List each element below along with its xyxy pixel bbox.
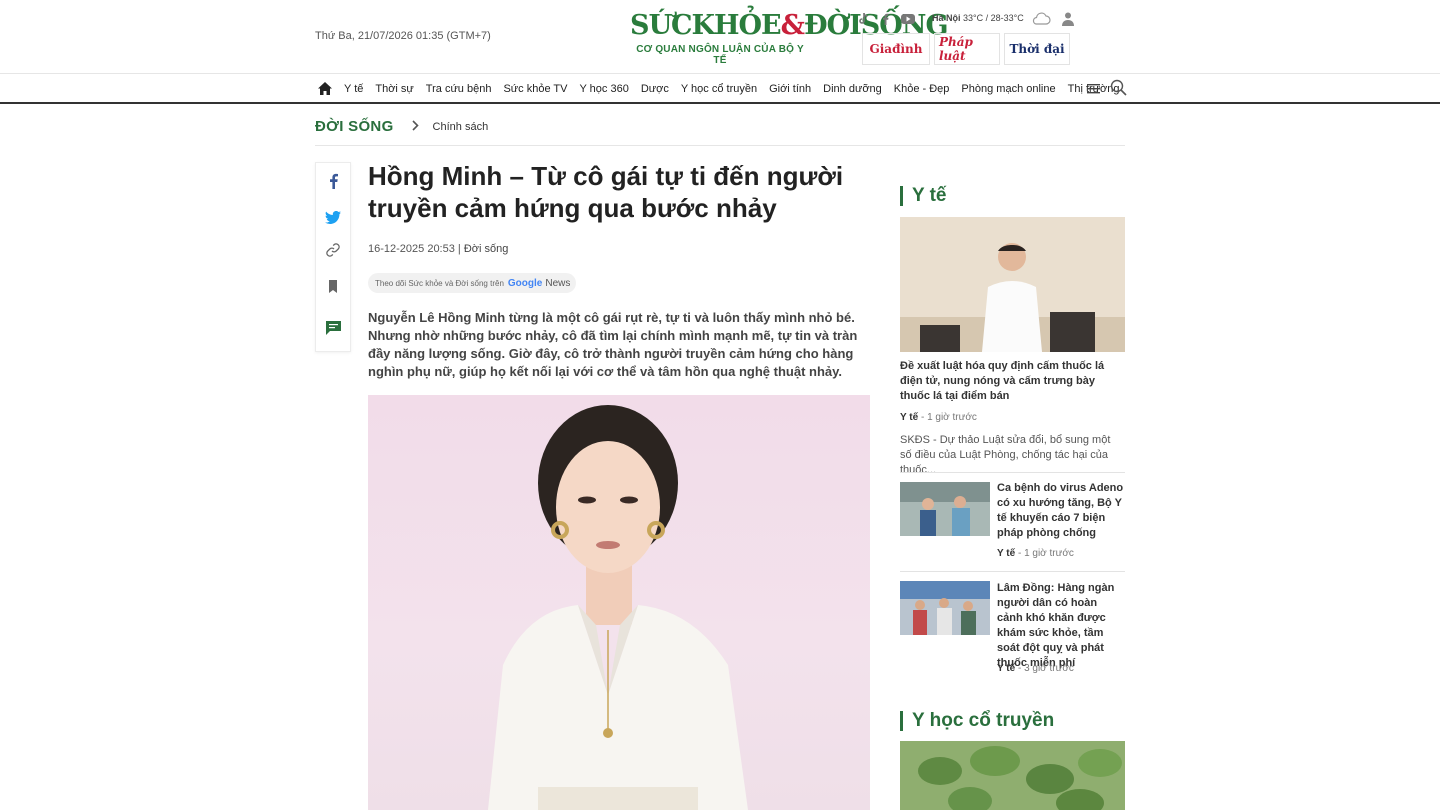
nav-item-suc-khoe-tv[interactable]: Sức khỏe TV [503, 83, 567, 95]
herbal-news-image[interactable] [900, 741, 1125, 810]
chevron-right-icon [411, 120, 419, 134]
article-sapo: Nguyễn Lê Hồng Minh từng là một cô gái r… [368, 310, 858, 379]
news-item-category[interactable]: Y tế [997, 548, 1015, 559]
divider [900, 472, 1125, 473]
tiktok-icon[interactable] [856, 12, 870, 26]
user-icon[interactable] [1062, 12, 1074, 31]
share-facebook-icon[interactable] [316, 171, 350, 191]
partner-giadinh[interactable]: Giađình [862, 33, 930, 65]
news-item-time: 1 giờ trước [1024, 548, 1074, 559]
speaker-photo-illustration [900, 217, 1125, 352]
partner-phapluat[interactable]: Pháp luật [934, 33, 1000, 65]
article-hero-image [368, 395, 870, 810]
nav-item-y-te[interactable]: Y tế [344, 83, 363, 95]
nav-item-thoi-su[interactable]: Thời sự [375, 83, 413, 95]
crowd-photo-illustration [900, 581, 990, 635]
featured-news-time: 1 giờ trước [927, 412, 977, 423]
article-datetime: 16-12-2025 20:53 [368, 243, 455, 255]
share-twitter-icon[interactable] [316, 207, 350, 227]
featured-news-meta: Y tế - 1 giờ trước [900, 412, 977, 423]
breadcrumb: ĐỜI SỐNG Chính sách [315, 118, 1125, 146]
weather-temp: 33°C / 28-33°C [963, 13, 1024, 23]
home-icon[interactable] [318, 81, 334, 97]
news-item-category[interactable]: Y tế [997, 663, 1015, 674]
news-item-title[interactable]: Ca bệnh do virus Adeno có xu hướng tăng,… [997, 481, 1125, 541]
main-nav: Y tế Thời sự Tra cứu bệnh Sức khỏe TV Y … [0, 73, 1440, 104]
mint-leaves-illustration [900, 741, 1125, 810]
copy-link-icon[interactable] [316, 240, 350, 260]
google-news-follow-button[interactable]: Theo dõi Sức khỏe và Đời sống trên Googl… [368, 273, 576, 293]
logo-wordmark: SỨCKHỎE&ĐỜISỐNG [630, 10, 949, 41]
clinic-photo-illustration [900, 482, 990, 536]
nav-item-khoe-dep[interactable]: Khỏe - Đẹp [894, 83, 950, 95]
nav-item-y-hoc-co-truyen[interactable]: Y học cổ truyền [681, 83, 757, 95]
weather-city: Hà Nội [932, 13, 961, 23]
weather-widget: Hà Nội 33°C / 28-33°C [932, 13, 1024, 23]
featured-news-image[interactable] [900, 217, 1125, 352]
news-item-time: 3 giờ trước [1024, 663, 1074, 674]
gnews-text: Theo dõi Sức khỏe và Đời sống trên [375, 278, 504, 288]
news-item-title[interactable]: Lâm Đồng: Hàng ngàn người dân có hoàn cả… [997, 581, 1125, 671]
meta-separator: | [457, 243, 461, 255]
news-thumbnail-lam-dong[interactable] [900, 581, 990, 635]
search-icon[interactable] [1110, 79, 1127, 101]
youtube-icon[interactable] [901, 12, 915, 26]
news-thumbnail-adeno[interactable] [900, 482, 990, 536]
google-logo: Google [507, 277, 543, 289]
partner-logos: Giađình Pháp luật Thời đại [862, 33, 1070, 65]
featured-news-title[interactable]: Đề xuất luật hóa quy định cấm thuốc lá đ… [900, 359, 1125, 404]
breadcrumb-subsection[interactable]: Chính sách [433, 121, 489, 133]
nav-item-phong-mach-online[interactable]: Phòng mạch online [961, 83, 1055, 95]
article-category[interactable]: Đời sống [464, 243, 509, 255]
divider [900, 571, 1125, 572]
news-item-meta: Y tế - 3 giờ trước [997, 663, 1074, 674]
share-bar [315, 162, 351, 352]
gnews-news-label: News [545, 277, 571, 289]
nav-item-tra-cuu-benh[interactable]: Tra cứu bệnh [426, 83, 492, 95]
featured-news-category[interactable]: Y tế [900, 412, 918, 423]
sidebar-section-y-te[interactable]: Y tế [900, 186, 947, 206]
news-item-meta: Y tế - 1 giờ trước [997, 548, 1074, 559]
bookmark-icon[interactable] [316, 276, 350, 296]
nav-item-y-hoc-360[interactable]: Y học 360 [579, 83, 628, 95]
site-logo[interactable]: SỨCKHỎE&ĐỜISỐNG CƠ QUAN NGÔN LUẬN CỦA BỘ… [630, 10, 949, 66]
partner-thoidai[interactable]: Thời đại [1004, 33, 1070, 65]
nav-item-dinh-duong[interactable]: Dinh dưỡng [823, 83, 882, 95]
current-date: Thứ Ba, 21/07/2026 01:35 (GTM+7) [315, 30, 491, 42]
sidebar-section-y-hoc-co-truyen[interactable]: Y học cổ truyền [900, 711, 1054, 731]
nav-item-duoc[interactable]: Dược [641, 83, 669, 95]
menu-icon[interactable] [1087, 81, 1100, 99]
breadcrumb-section[interactable]: ĐỜI SỐNG [315, 118, 394, 135]
article-title: Hồng Minh – Từ cô gái tự ti đến người tr… [368, 161, 844, 223]
cloud-icon [1031, 11, 1051, 30]
article-meta: 16-12-2025 20:53 | Đời sống [368, 243, 508, 255]
nav-item-gioi-tinh[interactable]: Giới tính [769, 83, 811, 95]
site-header: Thứ Ba, 21/07/2026 01:35 (GTM+7) SỨCKHỎE… [0, 0, 1440, 73]
logo-tagline: CƠ QUAN NGÔN LUẬN CỦA BỘ Y TẾ [636, 44, 804, 66]
facebook-icon[interactable] [878, 12, 892, 26]
social-links [856, 12, 915, 26]
comment-icon[interactable] [316, 318, 350, 338]
woman-portrait-illustration [488, 405, 748, 810]
